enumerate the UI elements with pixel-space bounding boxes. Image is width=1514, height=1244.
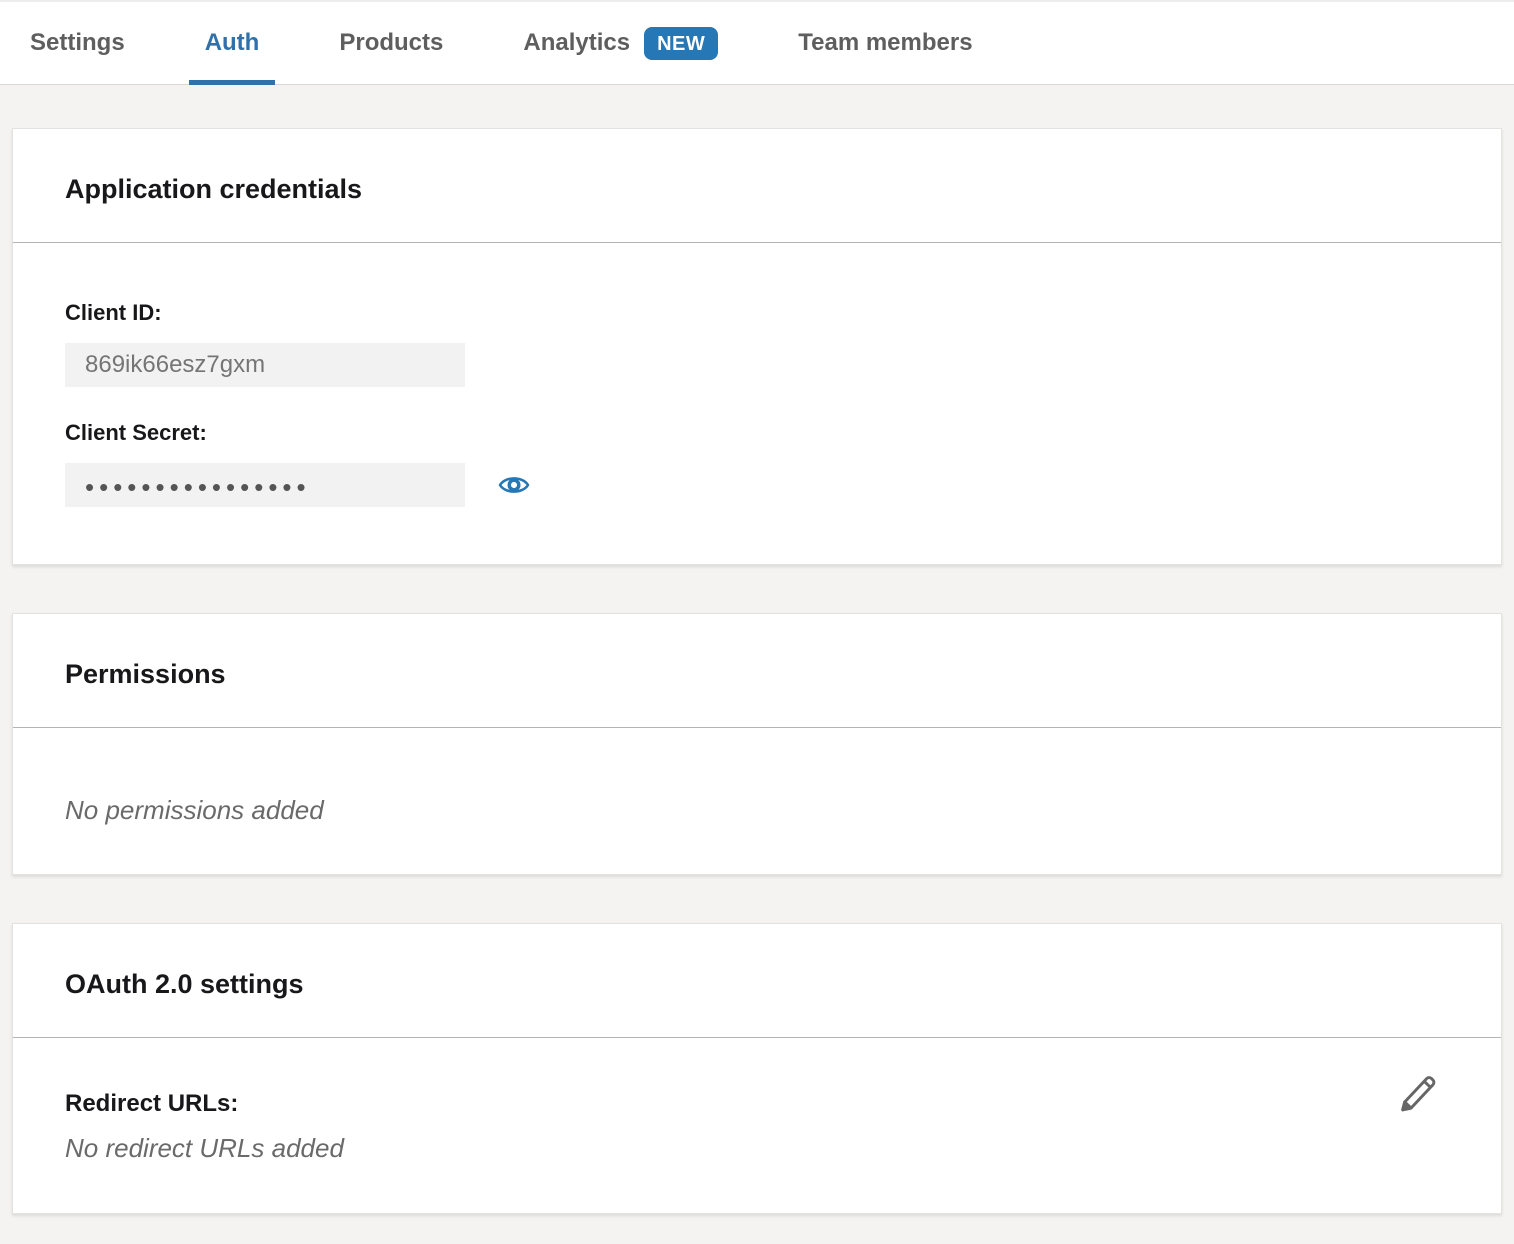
tab-analytics[interactable]: Analytics NEW bbox=[507, 2, 734, 84]
client-id-group: Client ID: 869ik66esz7gxm bbox=[65, 300, 1449, 387]
edit-redirect-urls-button[interactable] bbox=[1395, 1070, 1439, 1116]
tab-settings-label: Settings bbox=[30, 29, 125, 57]
tab-bar: Settings Auth Products Analytics NEW Tea… bbox=[0, 0, 1514, 85]
application-credentials-body: Client ID: 869ik66esz7gxm Client Secret:… bbox=[13, 243, 1501, 564]
application-credentials-header: Application credentials bbox=[13, 129, 1501, 243]
eye-icon bbox=[498, 469, 530, 501]
permissions-title: Permissions bbox=[65, 659, 1449, 690]
pencil-icon bbox=[1395, 1070, 1439, 1116]
tab-team-members-label: Team members bbox=[798, 29, 972, 57]
tab-products[interactable]: Products bbox=[323, 2, 459, 84]
client-secret-field[interactable]: •••••••••••••••• bbox=[65, 463, 465, 507]
redirect-urls-label: Redirect URLs: bbox=[65, 1090, 1449, 1118]
client-id-field[interactable]: 869ik66esz7gxm bbox=[65, 343, 465, 387]
permissions-card: Permissions No permissions added bbox=[12, 613, 1502, 875]
auth-tab-content: Application credentials Client ID: 869ik… bbox=[0, 85, 1514, 1214]
tab-auth-label: Auth bbox=[205, 29, 260, 57]
client-secret-row: •••••••••••••••• bbox=[65, 463, 1449, 507]
client-secret-group: Client Secret: •••••••••••••••• bbox=[65, 420, 1449, 507]
redirect-urls-empty-text: No redirect URLs added bbox=[65, 1133, 1449, 1164]
tab-analytics-label: Analytics bbox=[523, 29, 630, 57]
tab-auth[interactable]: Auth bbox=[189, 2, 276, 84]
tab-settings[interactable]: Settings bbox=[14, 2, 141, 84]
tab-team-members[interactable]: Team members bbox=[782, 2, 988, 84]
oauth-settings-header: OAuth 2.0 settings bbox=[13, 924, 1501, 1038]
permissions-body: No permissions added bbox=[13, 728, 1501, 874]
oauth-settings-body: Redirect URLs: No redirect URLs added bbox=[13, 1038, 1501, 1213]
reveal-secret-button[interactable] bbox=[498, 469, 530, 501]
permissions-empty-text: No permissions added bbox=[65, 795, 1449, 826]
oauth-settings-card: OAuth 2.0 settings Redirect URLs: No red… bbox=[12, 923, 1502, 1214]
tab-products-label: Products bbox=[339, 29, 443, 57]
new-badge: NEW bbox=[644, 27, 718, 60]
client-id-value: 869ik66esz7gxm bbox=[85, 351, 265, 379]
client-secret-label: Client Secret: bbox=[65, 420, 1449, 446]
oauth-settings-title: OAuth 2.0 settings bbox=[65, 969, 1449, 1000]
application-credentials-card: Application credentials Client ID: 869ik… bbox=[12, 128, 1502, 565]
client-id-label: Client ID: bbox=[65, 300, 1449, 326]
client-secret-masked-value: •••••••••••••••• bbox=[85, 470, 311, 500]
application-credentials-title: Application credentials bbox=[65, 174, 1449, 205]
permissions-header: Permissions bbox=[13, 614, 1501, 728]
